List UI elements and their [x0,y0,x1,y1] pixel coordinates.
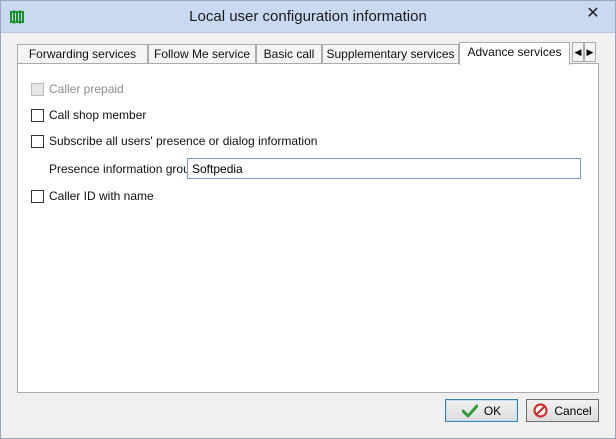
tab-basic-call[interactable]: Basic call [256,44,322,64]
cancel-button-label: Cancel [554,403,592,418]
cancel-icon [533,403,548,418]
arrow-left-icon: ◀ [574,46,582,57]
tab-forwarding-services[interactable]: Forwarding services [17,44,148,64]
close-button[interactable]: ✕ [579,3,607,23]
subscribe-presence-option[interactable]: Subscribe all users' presence or dialog … [31,133,317,149]
dialog-window: Local user configuration information ✕ F… [0,0,616,439]
caller-id-with-name-option[interactable]: Caller ID with name [31,188,154,204]
caller-prepaid-label: Caller prepaid [49,82,124,96]
caller-id-with-name-checkbox[interactable] [31,189,44,203]
arrow-right-icon: ▶ [586,46,594,57]
subscribe-presence-checkbox[interactable] [31,134,44,148]
tab-scroll-left-button[interactable]: ◀ [572,42,584,62]
presence-group-input[interactable] [187,158,581,179]
caller-id-with-name-label: Caller ID with name [49,189,154,203]
tab-follow-me-service[interactable]: Follow Me service [148,44,256,64]
advance-services-panel: Caller prepaid Call shop member Subscrib… [17,63,599,393]
tab-advance-services[interactable]: Advance services [459,42,570,65]
ok-button[interactable]: OK [445,399,518,422]
presence-group-label: Presence information group [49,162,197,176]
cancel-button[interactable]: Cancel [526,399,599,422]
call-shop-member-checkbox[interactable] [31,108,44,122]
window-title: Local user configuration information [189,8,427,25]
checkmark-icon [461,404,478,418]
call-shop-member-option[interactable]: Call shop member [31,107,146,123]
caller-prepaid-option: Caller prepaid [31,81,124,97]
caller-prepaid-checkbox [31,82,44,96]
tab-supplementary-services[interactable]: Supplementary services [322,44,459,64]
tab-scroll-right-button[interactable]: ▶ [584,42,596,62]
title-bar: Local user configuration information ✕ [1,1,615,33]
tab-strip: Forwarding services Follow Me service Ba… [17,42,599,65]
ok-button-label: OK [483,403,502,418]
call-shop-member-label: Call shop member [49,108,147,122]
close-icon: ✕ [586,5,600,22]
subscribe-presence-label: Subscribe all users' presence or dialog … [49,134,318,148]
